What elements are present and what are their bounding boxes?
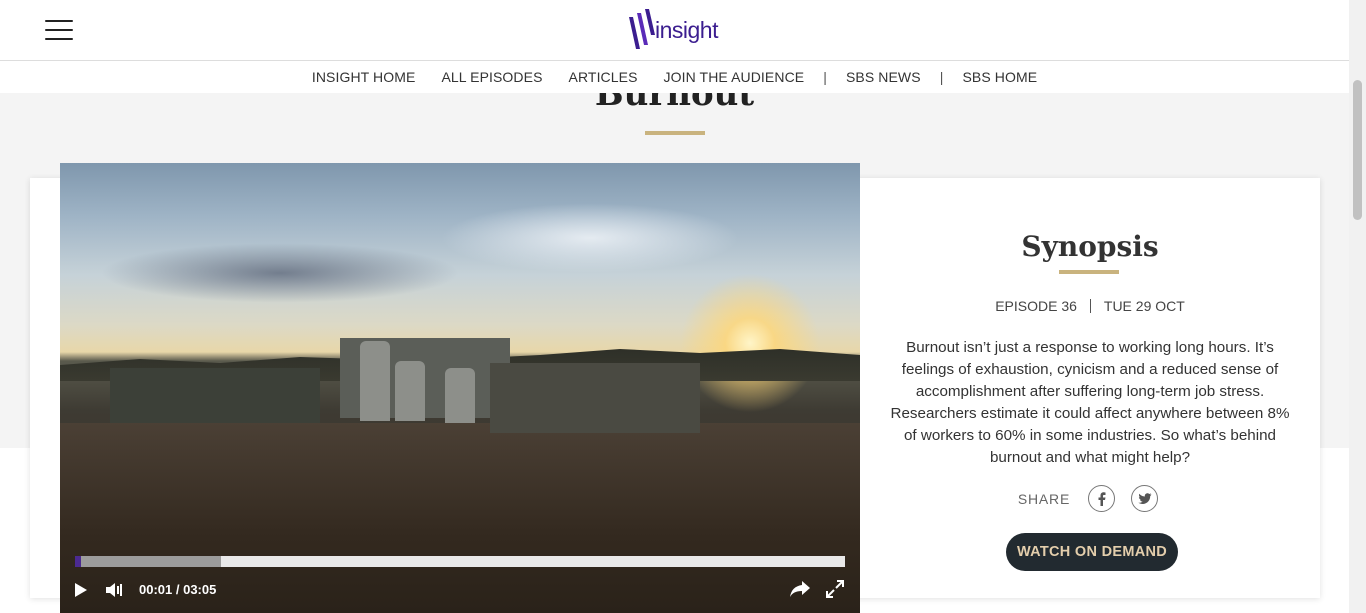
logo-text: insight	[655, 16, 718, 43]
nav-separator: |	[823, 69, 827, 85]
nav-separator: |	[939, 69, 944, 85]
progress-played	[75, 556, 82, 567]
video-frame	[110, 368, 320, 423]
synopsis-text: Burnout isn’t just a response to working…	[890, 339, 1290, 466]
episode-meta: EPISODE 36 TUE 29 OCT	[860, 298, 1320, 314]
synopsis-title: Synopsis	[1021, 230, 1159, 263]
video-progress-bar[interactable]	[75, 556, 845, 567]
nav-sbs-news[interactable]: SBS NEWS	[846, 69, 921, 85]
fullscreen-icon[interactable]	[826, 580, 844, 598]
video-frame	[680, 273, 820, 413]
play-icon[interactable]	[74, 582, 88, 598]
main-nav: INSIGHT HOME ALL EPISODES ARTICLES JOIN …	[0, 61, 1349, 93]
menu-icon[interactable]	[45, 20, 73, 40]
video-frame	[100, 243, 460, 303]
facebook-icon[interactable]	[1088, 485, 1116, 512]
nav-articles[interactable]: ARTICLES	[569, 69, 638, 85]
sbs-logo-icon	[629, 9, 655, 49]
scrollbar-thumb[interactable]	[1353, 80, 1362, 220]
twitter-icon[interactable]	[1131, 485, 1159, 512]
insight-logo[interactable]: insight	[627, 9, 718, 51]
share-label: SHARE	[1017, 490, 1071, 507]
video-frame	[395, 361, 425, 421]
video-frame	[490, 363, 700, 433]
site-header: insight	[0, 0, 1349, 61]
video-frame	[445, 368, 475, 423]
video-frame	[440, 203, 740, 273]
video-time: 00:01 / 03:05	[139, 582, 217, 597]
nav-all-episodes[interactable]: ALL EPISODES	[441, 69, 542, 85]
share-row: SHARE	[860, 485, 1320, 512]
episode-number: EPISODE 36	[995, 298, 1077, 314]
progress-buffered	[75, 556, 222, 567]
video-frame	[360, 341, 390, 421]
page-scrollbar[interactable]	[1349, 0, 1366, 613]
nav-sbs-home[interactable]: SBS HOME	[962, 69, 1037, 85]
video-player[interactable]: 00:01 / 03:05	[60, 163, 860, 613]
volume-icon[interactable]	[104, 580, 124, 600]
watch-on-demand-button[interactable]: WATCH ON DEMAND	[1006, 533, 1178, 571]
synopsis-underline	[1059, 270, 1119, 274]
video-controls: 00:01 / 03:05	[60, 567, 860, 613]
episode-date: TUE 29 OCT	[1103, 298, 1185, 314]
nav-join-the-audience[interactable]: JOIN THE AUDIENCE	[664, 69, 805, 85]
nav-insight-home[interactable]: INSIGHT HOME	[312, 69, 416, 85]
synopsis-panel: Synopsis EPISODE 36 TUE 29 OCT Burnout i…	[860, 178, 1320, 598]
meta-divider	[1089, 299, 1091, 313]
share-video-icon[interactable]	[788, 579, 812, 599]
title-underline	[645, 131, 705, 135]
